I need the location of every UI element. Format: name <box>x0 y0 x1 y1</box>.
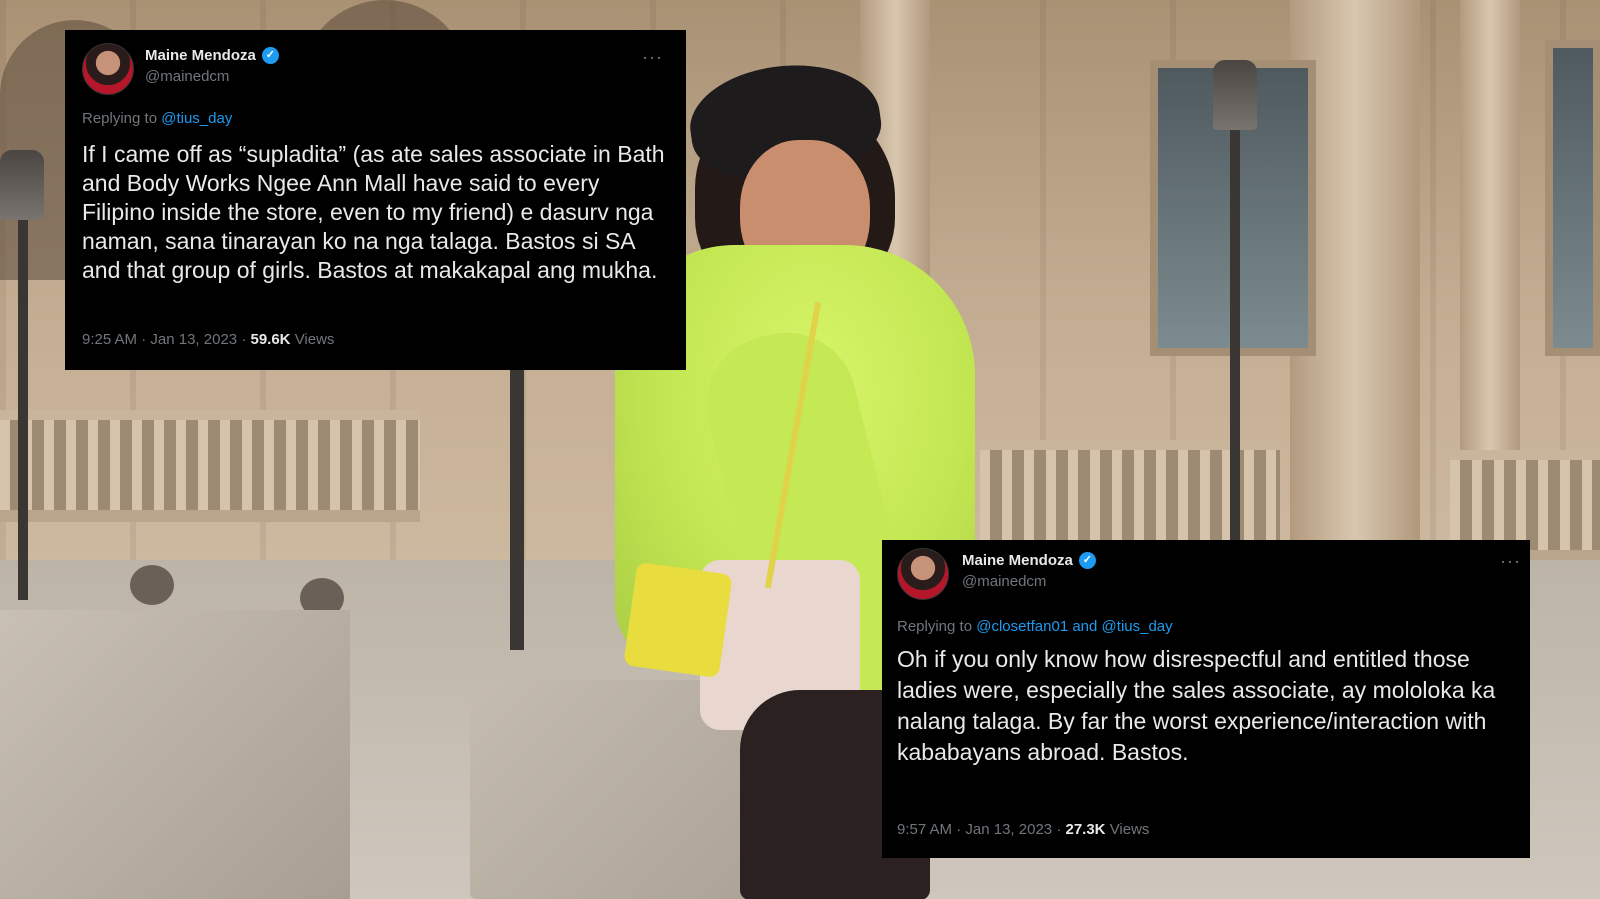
replying-to: Replying to @tius_day <box>82 110 232 127</box>
meta-separator: · <box>141 331 147 348</box>
tweet-meta: 9:57 AM · Jan 13, 2023 · 27.3K Views <box>897 821 1149 838</box>
verified-badge-icon: ✓ <box>261 47 279 64</box>
mention-link[interactable]: @tius_day <box>161 110 232 127</box>
views-label: Views <box>1109 821 1150 838</box>
author-name[interactable]: Maine Mendoza <box>145 47 256 64</box>
mention-joiner: and <box>1072 618 1098 635</box>
views-count: 27.3K <box>1065 821 1106 838</box>
author-name[interactable]: Maine Mendoza <box>962 552 1073 569</box>
mention-link[interactable]: @closetfan01 <box>976 618 1068 635</box>
views-count: 59.6K <box>250 331 291 348</box>
avatar[interactable] <box>82 43 134 95</box>
balustrade <box>0 410 420 522</box>
replying-prefix: Replying to <box>897 618 973 635</box>
more-icon[interactable]: ··· <box>1500 552 1521 570</box>
tweet-text: If I came off as “supladita” (as ate sal… <box>82 141 665 283</box>
meta-separator: · <box>956 821 962 838</box>
views-label: Views <box>294 331 335 348</box>
stone-block <box>0 610 350 899</box>
more-icon[interactable]: ··· <box>642 48 663 66</box>
author-handle[interactable]: @mainedcm <box>962 573 1046 590</box>
tweet-date[interactable]: Jan 13, 2023 <box>965 821 1052 838</box>
replying-to: Replying to @closetfan01 and @tius_day <box>897 618 1173 635</box>
avatar[interactable] <box>897 548 949 600</box>
mention-link[interactable]: @tius_day <box>1102 618 1173 635</box>
tweet-card[interactable]: Maine Mendoza ✓ @mainedcm ··· Replying t… <box>65 30 686 370</box>
author-handle[interactable]: @mainedcm <box>145 68 229 85</box>
lamp-post <box>18 200 28 600</box>
tweet-time[interactable]: 9:25 AM <box>82 331 137 348</box>
meta-separator: · <box>241 331 247 348</box>
tweet-card[interactable]: Maine Mendoza ✓ @mainedcm ··· Replying t… <box>882 540 1530 858</box>
tweet-text: Oh if you only know how disrespectful an… <box>897 646 1496 765</box>
meta-separator: · <box>1056 821 1062 838</box>
author-row: Maine Mendoza ✓ <box>145 47 279 64</box>
author-row: Maine Mendoza ✓ <box>962 552 1096 569</box>
yellow-bag <box>623 561 733 679</box>
verified-badge-icon: ✓ <box>1078 552 1096 569</box>
tweet-meta: 9:25 AM · Jan 13, 2023 · 59.6K Views <box>82 331 334 348</box>
tweet-date[interactable]: Jan 13, 2023 <box>150 331 237 348</box>
tweet-time[interactable]: 9:57 AM <box>897 821 952 838</box>
replying-prefix: Replying to <box>82 110 158 127</box>
